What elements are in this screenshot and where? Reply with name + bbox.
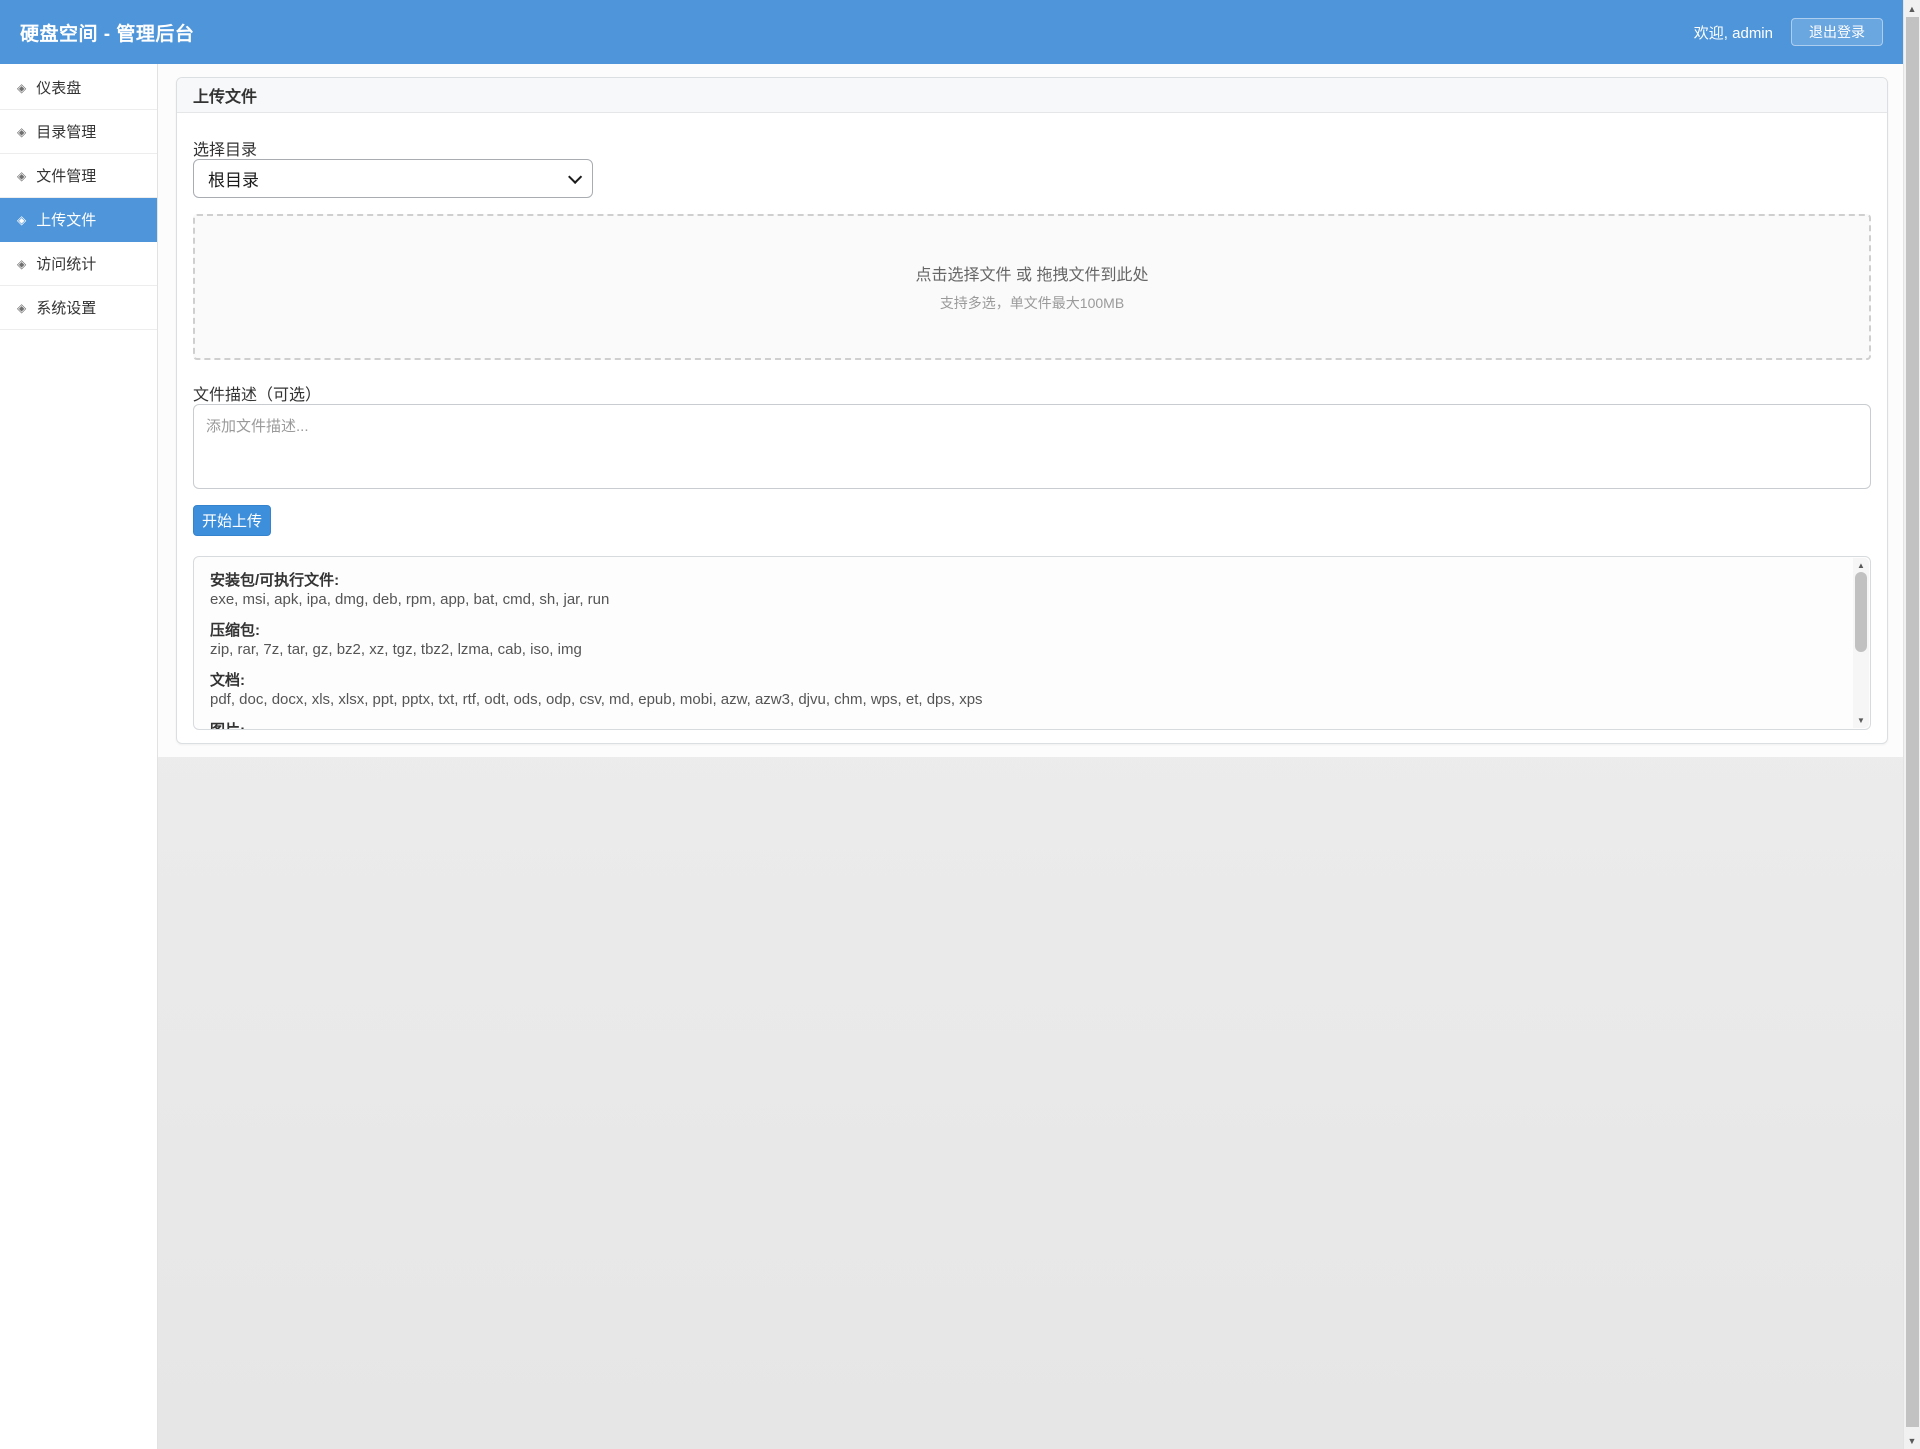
filetypes-scrollbar-thumb[interactable]: [1855, 572, 1867, 652]
diamond-icon: ◈: [17, 258, 26, 270]
filetype-list: exe, msi, apk, ipa, dmg, deb, rpm, app, …: [210, 590, 1830, 609]
scroll-down-arrow-icon[interactable]: ▼: [1904, 1432, 1920, 1449]
directory-label: 选择目录: [193, 136, 257, 160]
sidebar-item-file-management[interactable]: ◈ 文件管理: [0, 154, 157, 198]
sidebar: ◈ 仪表盘 ◈ 目录管理 ◈ 文件管理 ◈ 上传文件 ◈ 访问统计 ◈ 系统设置: [0, 64, 158, 1449]
top-header: 硬盘空间 - 管理后台 欢迎, admin 退出登录: [0, 0, 1903, 64]
file-dropzone[interactable]: 点击选择文件 或 拖拽文件到此处 支持多选，单文件最大100MB: [193, 214, 1871, 360]
scroll-up-arrow-icon[interactable]: ▲: [1904, 0, 1920, 17]
sidebar-item-label: 目录管理: [36, 121, 96, 142]
directory-select[interactable]: 根目录: [193, 159, 593, 198]
page-scrollbar-thumb[interactable]: [1906, 17, 1919, 1427]
sidebar-item-directory-management[interactable]: ◈ 目录管理: [0, 110, 157, 154]
sidebar-item-label: 上传文件: [36, 209, 96, 230]
filetype-heading: 安装包/可执行文件:: [210, 571, 1830, 590]
filetype-list: pdf, doc, docx, xls, xlsx, ppt, pptx, tx…: [210, 690, 1830, 709]
diamond-icon: ◈: [17, 214, 26, 226]
start-upload-button[interactable]: 开始上传: [193, 505, 271, 536]
directory-select-value: 根目录: [208, 166, 259, 191]
page-scrollbar[interactable]: ▲ ▼: [1903, 0, 1920, 1449]
filetype-heading: 压缩包:: [210, 621, 1830, 640]
description-label: 文件描述（可选）: [193, 381, 321, 405]
sidebar-item-label: 访问统计: [36, 253, 96, 274]
diamond-icon: ◈: [17, 302, 26, 314]
filetype-heading: 图片:: [210, 721, 1830, 730]
chevron-down-icon: [568, 169, 582, 183]
allowed-filetypes-box: 安装包/可执行文件: exe, msi, apk, ipa, dmg, deb,…: [193, 556, 1871, 730]
scroll-up-arrow-icon[interactable]: ▲: [1853, 558, 1869, 573]
app-title: 硬盘空间 - 管理后台: [20, 19, 194, 46]
filetypes-scrollbar[interactable]: ▲ ▼: [1853, 558, 1869, 728]
diamond-icon: ◈: [17, 126, 26, 138]
description-textarea[interactable]: [193, 404, 1871, 489]
diamond-icon: ◈: [17, 170, 26, 182]
welcome-text: 欢迎, admin: [1694, 22, 1773, 43]
sidebar-item-label: 仪表盘: [36, 77, 81, 98]
sidebar-item-label: 系统设置: [36, 297, 96, 318]
dropzone-main-text: 点击选择文件 或 拖拽文件到此处: [916, 261, 1149, 285]
header-right: 欢迎, admin 退出登录: [1694, 18, 1883, 46]
diamond-icon: ◈: [17, 82, 26, 94]
scroll-down-arrow-icon[interactable]: ▼: [1853, 713, 1869, 728]
filetype-list: zip, rar, 7z, tar, gz, bz2, xz, tgz, tbz…: [210, 640, 1830, 659]
sidebar-item-system-settings[interactable]: ◈ 系统设置: [0, 286, 157, 330]
dropzone-hint-text: 支持多选，单文件最大100MB: [940, 293, 1124, 313]
sidebar-item-access-stats[interactable]: ◈ 访问统计: [0, 242, 157, 286]
logout-button[interactable]: 退出登录: [1791, 18, 1883, 46]
sidebar-item-label: 文件管理: [36, 165, 96, 186]
card-header: 上传文件: [177, 78, 1887, 113]
sidebar-item-upload-file[interactable]: ◈ 上传文件: [0, 198, 157, 242]
upload-card: 上传文件 选择目录 根目录 点击选择文件 或 拖拽文件到此处 支持多选，单文件最…: [176, 77, 1888, 744]
sidebar-item-dashboard[interactable]: ◈ 仪表盘: [0, 66, 157, 110]
filetype-heading: 文档:: [210, 671, 1830, 690]
card-title: 上传文件: [193, 83, 257, 107]
main-content: 上传文件 选择目录 根目录 点击选择文件 或 拖拽文件到此处 支持多选，单文件最…: [158, 64, 1903, 1449]
